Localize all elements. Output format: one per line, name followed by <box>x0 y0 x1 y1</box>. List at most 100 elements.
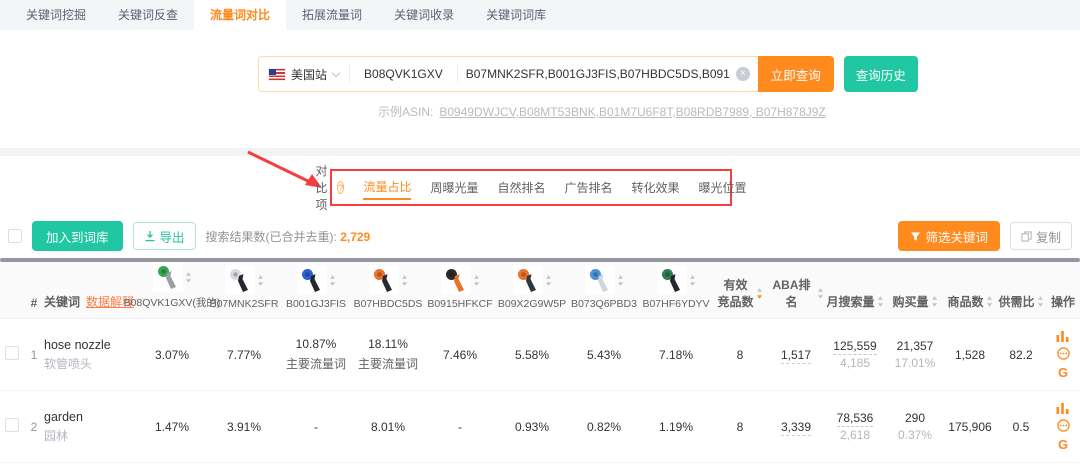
traffic-share-cell: 3.91% <box>208 391 280 463</box>
table-row: 2 garden 园林 1.47% 3.91% - 8.01% - 0.93% … <box>0 391 1080 463</box>
spray-nozzle-icon <box>227 267 253 293</box>
keyword-cell[interactable]: garden 园林 <box>44 391 136 463</box>
product-photo[interactable] <box>441 265 471 295</box>
sort-icon[interactable] <box>401 274 408 287</box>
nav-tab-keyword-mining[interactable]: 关键词挖掘 <box>10 0 102 30</box>
search-volume-cell: 78,536 2,618 <box>824 391 886 463</box>
compare-tab-exposure-position[interactable]: 曝光位置 <box>699 176 747 199</box>
product-photo[interactable] <box>657 265 687 295</box>
more-detail-icon[interactable] <box>1057 347 1070 362</box>
example-asin-label: 示例ASIN: <box>378 105 433 119</box>
sort-icon[interactable] <box>257 274 264 287</box>
nav-tab-keyword-index[interactable]: 关键词收录 <box>378 0 470 30</box>
header-product-2: B001GJ3FIS <box>280 262 352 319</box>
page: 关键词挖掘 关键词反查 流量词对比 拓展流量词 关键词收录 关键词词库 美国站 … <box>0 0 1080 464</box>
example-asin-list[interactable]: B0949DWJCV,B08MT53BNK,B01M7U6F8T,B08RDB7… <box>439 105 825 119</box>
traffic-share-cell: 7.46% <box>424 319 496 391</box>
row-checkbox[interactable] <box>5 346 19 360</box>
sort-icon[interactable] <box>185 271 192 284</box>
sort-icon[interactable] <box>689 274 696 287</box>
traffic-share-cell: 7.18% <box>640 319 712 391</box>
us-flag-icon <box>269 69 285 80</box>
product-photo[interactable] <box>225 265 255 295</box>
google-trends-icon[interactable]: G <box>1058 437 1068 452</box>
compare-asins-input[interactable]: B07MNK2SFR,B001GJ3FIS,B07HBDC5DS,B0915HF… <box>458 67 758 81</box>
compare-tab-ad-rank[interactable]: 广告排名 <box>565 176 613 199</box>
purchase-cell: 290 0.37% <box>886 391 944 463</box>
table-row: 1 hose nozzle 软管喷头 3.07% 7.77% 10.87%主要流… <box>0 319 1080 391</box>
nav-tab-keyword-library[interactable]: 关键词词库 <box>470 0 562 30</box>
sort-icon[interactable] <box>986 295 993 308</box>
sort-icon[interactable] <box>931 295 938 308</box>
traffic-share-cell: 3.07% <box>136 319 208 391</box>
red-annotation-box: 对比项 ? 流量占比 周曝光量 自然排名 广告排名 转化效果 曝光位置 <box>330 169 732 206</box>
spray-nozzle-icon <box>659 267 685 293</box>
competitors-cell: 8 <box>712 391 768 463</box>
traffic-share-cell: 10.87%主要流量词 <box>280 319 352 391</box>
product-photo[interactable] <box>513 265 543 295</box>
sort-icon[interactable] <box>329 274 336 287</box>
funnel-icon <box>910 231 921 242</box>
traffic-share-cell: 5.43% <box>568 319 640 391</box>
sort-icon-active-desc[interactable] <box>756 287 763 300</box>
supply-demand-cell: 82.2 <box>996 319 1046 391</box>
select-all-checkbox[interactable] <box>8 229 22 243</box>
goods-count-cell: 1,528 <box>944 319 996 391</box>
sort-icon[interactable] <box>617 274 624 287</box>
header-checkbox-cell <box>0 262 24 319</box>
clear-input-icon[interactable] <box>736 67 750 81</box>
query-button[interactable]: 立即查询 <box>758 56 834 92</box>
result-count-text: 搜索结果数(已合并去重): 2,729 <box>206 228 371 245</box>
compare-tab-traffic-share[interactable]: 流量占比 <box>363 175 411 200</box>
goods-count-cell: 175,906 <box>944 391 996 463</box>
compare-item-label: 对比项 ? <box>315 162 344 213</box>
row-index: 2 <box>24 391 44 463</box>
traffic-share-cell: 8.01% <box>352 391 424 463</box>
header-product-1: B07MNK2SFR <box>208 262 280 319</box>
compare-tab-organic-rank[interactable]: 自然排名 <box>498 176 546 199</box>
traffic-share-cell: 1.47% <box>136 391 208 463</box>
purchase-cell: 21,357 17.01% <box>886 319 944 391</box>
main-asin-input[interactable]: B08QVK1GXV <box>350 67 457 81</box>
product-photo[interactable] <box>153 262 183 292</box>
help-question-icon[interactable]: ? <box>337 181 344 194</box>
header-purchase: 购买量 <box>886 262 944 319</box>
trend-chart-icon[interactable] <box>1056 402 1070 416</box>
keyword-cell[interactable]: hose nozzle 软管喷头 <box>44 319 136 391</box>
add-to-dict-button[interactable]: 加入到词库 <box>32 221 123 251</box>
search-input-group: 美国站 B08QVK1GXV B07MNK2SFR,B001GJ3FIS,B07… <box>258 56 758 92</box>
sort-icon[interactable] <box>545 274 552 287</box>
header-index: # <box>24 262 44 319</box>
example-asin-row: 示例ASIN: B0949DWJCV,B08MT53BNK,B01M7U6F8T,… <box>378 103 1080 120</box>
header-product-5: B09X2G9W5P <box>496 262 568 319</box>
filter-keywords-button[interactable]: 筛选关键词 <box>898 221 1000 251</box>
compare-tab-weekly-impressions[interactable]: 周曝光量 <box>430 176 478 199</box>
product-photo[interactable] <box>585 265 615 295</box>
table-header-row: # 关键词 数据解释 B08QV <box>0 262 1080 319</box>
header-action: 操作 <box>1046 262 1080 319</box>
sort-icon[interactable] <box>473 274 480 287</box>
sort-icon[interactable] <box>877 295 884 308</box>
nav-tab-expand-traffic[interactable]: 拓展流量词 <box>286 0 378 30</box>
sort-icon[interactable] <box>1037 295 1044 308</box>
compare-tab-conversion[interactable]: 转化效果 <box>632 176 680 199</box>
product-photo[interactable] <box>369 265 399 295</box>
action-cell: G <box>1046 319 1080 391</box>
traffic-share-cell: 1.19% <box>640 391 712 463</box>
site-selector[interactable]: 美国站 <box>259 66 349 83</box>
export-button[interactable]: 导出 <box>133 222 196 250</box>
row-index: 1 <box>24 319 44 391</box>
query-history-button[interactable]: 查询历史 <box>844 56 918 92</box>
nav-tab-reverse-lookup[interactable]: 关键词反查 <box>102 0 194 30</box>
copy-button[interactable]: 复制 <box>1010 222 1072 250</box>
header-aba-rank: ABA排名 <box>768 262 824 319</box>
spray-nozzle-icon <box>515 267 541 293</box>
spray-nozzle-icon <box>371 267 397 293</box>
nav-tab-traffic-compare[interactable]: 流量词对比 <box>194 0 286 30</box>
google-trends-icon[interactable]: G <box>1058 365 1068 380</box>
sort-icon[interactable] <box>817 287 824 300</box>
product-photo[interactable] <box>297 265 327 295</box>
more-detail-icon[interactable] <box>1057 419 1070 434</box>
row-checkbox[interactable] <box>5 418 19 432</box>
trend-chart-icon[interactable] <box>1056 330 1070 344</box>
